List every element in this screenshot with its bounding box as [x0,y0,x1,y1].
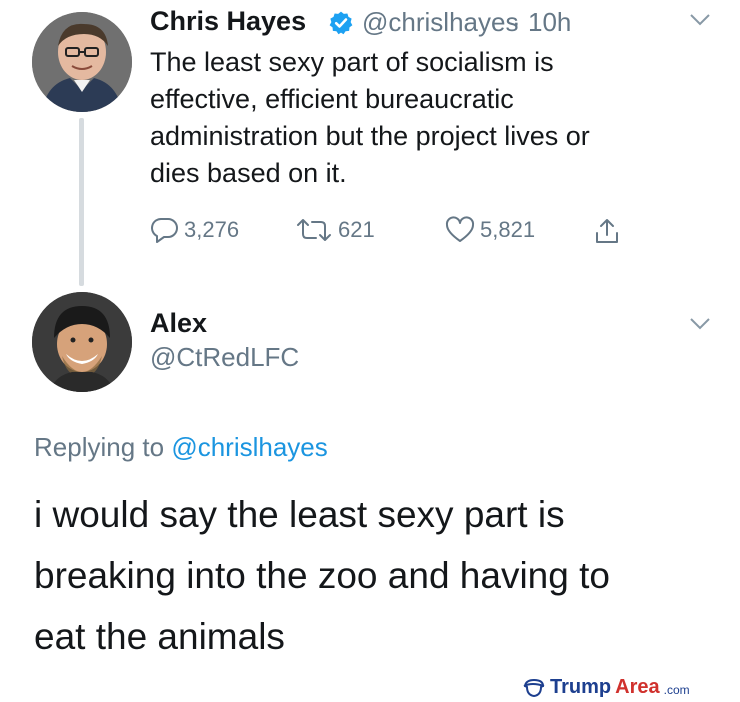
tweet-text: The least sexy part of socialism is effe… [150,44,690,192]
profile-photo-icon [32,12,132,112]
watermark-trump: Trump [550,676,612,698]
retweet-icon [297,219,331,241]
chevron-down-icon[interactable] [688,12,712,28]
verified-badge-icon [329,11,353,35]
reply-bubble-icon [151,217,178,243]
reply-text-line: breaking into the zoo and having to [34,555,610,596]
like-action-button[interactable]: 5,821 [444,216,535,244]
retweet-count: 621 [338,217,375,242]
like-count: 5,821 [480,217,536,242]
watermark-area: Area [615,676,660,698]
tweet-time-separator: · [512,7,521,37]
tweet-text-line: administration but the project lives or [150,121,590,151]
tweet-author-name[interactable]: Chris Hayes [150,6,306,37]
tweet-timestamp[interactable]: 10h [528,7,571,38]
tweet-text-line: dies based on it. [150,158,347,188]
site-watermark: Trump Area .com [522,676,690,699]
reply-count: 3,276 [184,217,240,242]
profile-photo-icon [32,292,132,392]
heart-icon [445,216,475,242]
retweet-action-button[interactable]: 621 [294,216,375,244]
share-action-button[interactable] [592,216,622,246]
reply-text: i would say the least sexy part is break… [34,484,714,667]
reply-text-line: eat the animals [34,616,285,657]
thread-connector-line [79,118,84,286]
reply-action-button[interactable]: 3,276 [150,216,239,244]
reply-author-handle[interactable]: @CtRedLFC [150,342,299,373]
replying-to-line: Replying to @chrislhayes [34,432,328,463]
reply-author-name[interactable]: Alex [150,308,207,339]
chevron-down-icon[interactable] [688,316,712,332]
chris-hayes-avatar[interactable] [32,12,132,112]
tweet-text-line: effective, efficient bureaucratic [150,84,514,114]
tweet-author-handle[interactable]: @chrislhayes [362,7,518,38]
alex-avatar[interactable] [32,292,132,392]
reply-text-line: i would say the least sexy part is [34,494,565,535]
watermark-com: .com [663,683,690,697]
share-icon [596,219,618,243]
replying-to-mention[interactable]: @chrislhayes [171,432,327,462]
replying-to-prefix: Replying to [34,432,165,462]
tweet-text-line: The least sexy part of socialism is [150,47,554,77]
trump-hair-logo-icon [523,678,545,697]
